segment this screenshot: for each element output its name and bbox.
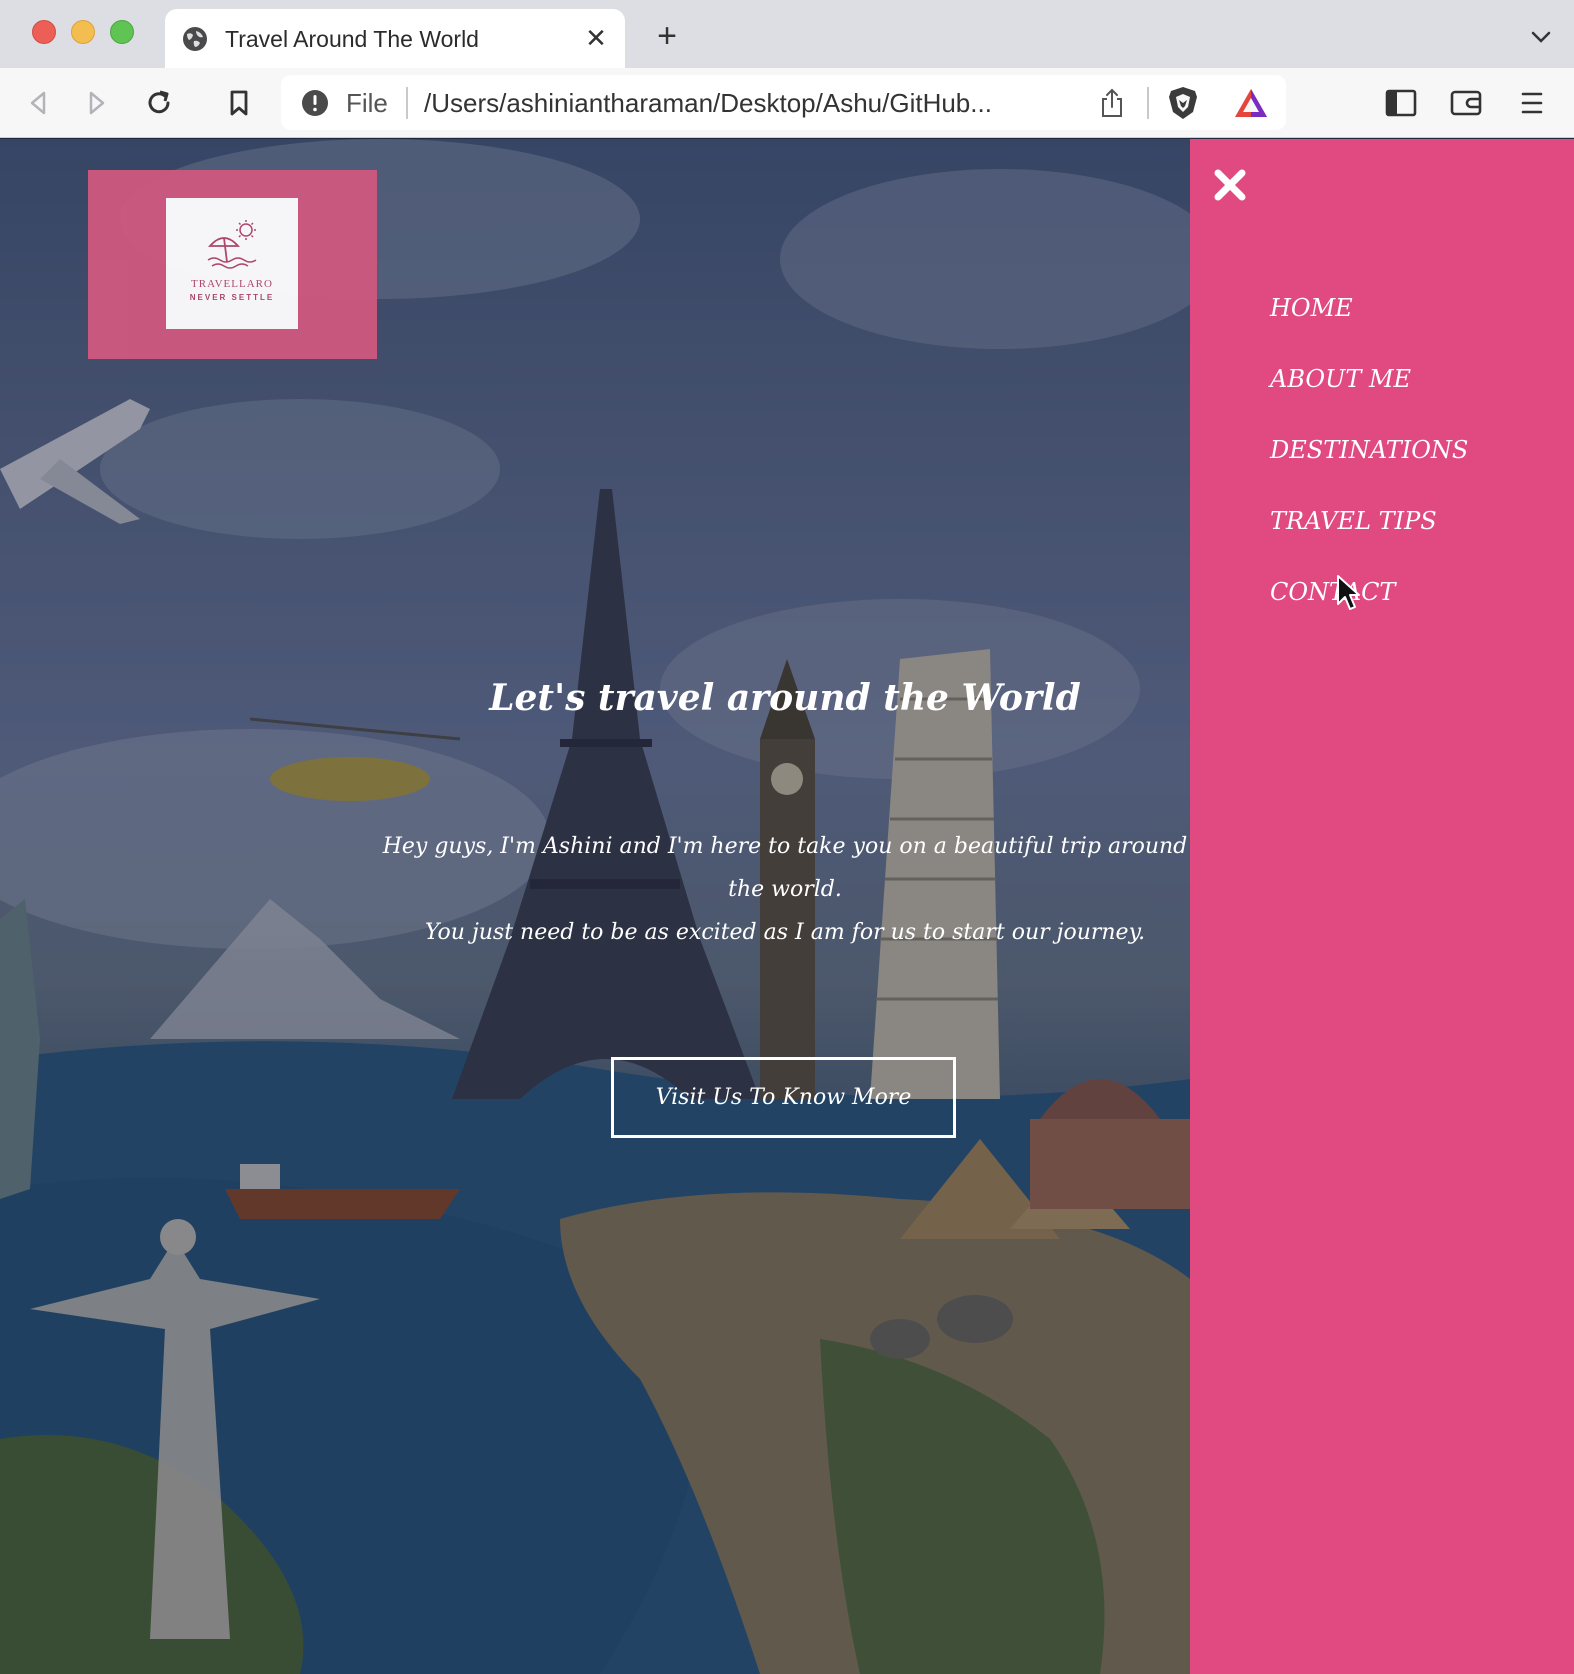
brave-shields-icon[interactable]: [1166, 85, 1200, 121]
sidebar-toggle-icon[interactable]: [1381, 83, 1421, 123]
nav-item-contact[interactable]: CONTACT: [1270, 573, 1468, 644]
wallet-icon[interactable]: [1446, 83, 1486, 123]
tab-close-icon[interactable]: ✕: [581, 23, 611, 53]
hero-title: Let's travel around the World: [489, 677, 1081, 719]
tab-title: Travel Around The World: [225, 26, 479, 52]
browser-toolbar: File /Users/ashiniantharaman/Desktop/Ash…: [0, 68, 1574, 138]
window-minimize-button[interactable]: [71, 20, 95, 44]
side-navigation-panel: HOME ABOUT ME DESTINATIONS TRAVEL TIPS C…: [1190, 139, 1574, 1674]
menu-hamburger-icon[interactable]: [1512, 83, 1552, 123]
tab-list-chevron-down-icon[interactable]: [1526, 22, 1556, 52]
forward-arrow-icon[interactable]: [77, 83, 117, 123]
browser-tab-active[interactable]: Travel Around The World ✕: [165, 9, 625, 68]
address-divider: [1147, 87, 1149, 119]
globe-icon: [183, 27, 207, 51]
new-tab-plus-icon[interactable]: +: [650, 19, 684, 54]
umbrella-sun-logo-icon: [207, 220, 257, 269]
logo-tagline: NEVER SETTLE: [189, 293, 275, 302]
nav-item-home[interactable]: HOME: [1270, 289, 1468, 360]
url-scheme-label: File: [346, 88, 388, 118]
browser-tab-bar: Travel Around The World ✕ +: [0, 0, 1574, 68]
back-arrow-icon[interactable]: [18, 83, 58, 123]
hero-intro-line-1: Hey guys, I'm Ashini and I'm here to tak…: [382, 834, 1188, 902]
reload-icon[interactable]: [139, 83, 179, 123]
visit-us-button[interactable]: Visit Us To Know More: [611, 1057, 956, 1138]
nav-item-travel-tips[interactable]: TRAVEL TIPS: [1270, 502, 1468, 573]
brave-rewards-triangle-icon[interactable]: [1233, 87, 1269, 119]
address-divider: [406, 87, 408, 119]
hero-section: TRAVELLARO NEVER SETTLE Let's travel aro…: [0, 139, 1190, 1674]
nav-item-destinations[interactable]: DESTINATIONS: [1270, 431, 1468, 502]
address-bar[interactable]: File /Users/ashiniantharaman/Desktop/Ash…: [281, 75, 1286, 130]
share-icon[interactable]: [1097, 87, 1127, 119]
url-text[interactable]: /Users/ashiniantharaman/Desktop/Ashu/Git…: [424, 88, 1064, 119]
logo-card: TRAVELLARO NEVER SETTLE: [166, 198, 298, 329]
bookmark-icon[interactable]: [219, 83, 259, 123]
nav-menu-list: HOME ABOUT ME DESTINATIONS TRAVEL TIPS C…: [1270, 289, 1468, 644]
nav-item-about-me[interactable]: ABOUT ME: [1270, 360, 1468, 431]
hero-intro-line-2: You just need to be as excited as I am f…: [424, 920, 1146, 945]
window-close-button[interactable]: [32, 20, 56, 44]
hero-intro-text: Hey guys, I'm Ashini and I'm here to tak…: [370, 825, 1190, 954]
info-icon[interactable]: [301, 89, 329, 117]
mouse-pointer-icon: [1337, 575, 1360, 610]
site-logo-banner[interactable]: TRAVELLARO NEVER SETTLE: [88, 170, 377, 359]
logo-brand-name: TRAVELLARO: [191, 278, 273, 290]
web-page: TRAVELLARO NEVER SETTLE Let's travel aro…: [0, 139, 1574, 1674]
close-icon[interactable]: [1210, 165, 1250, 205]
window-zoom-button[interactable]: [110, 20, 134, 44]
